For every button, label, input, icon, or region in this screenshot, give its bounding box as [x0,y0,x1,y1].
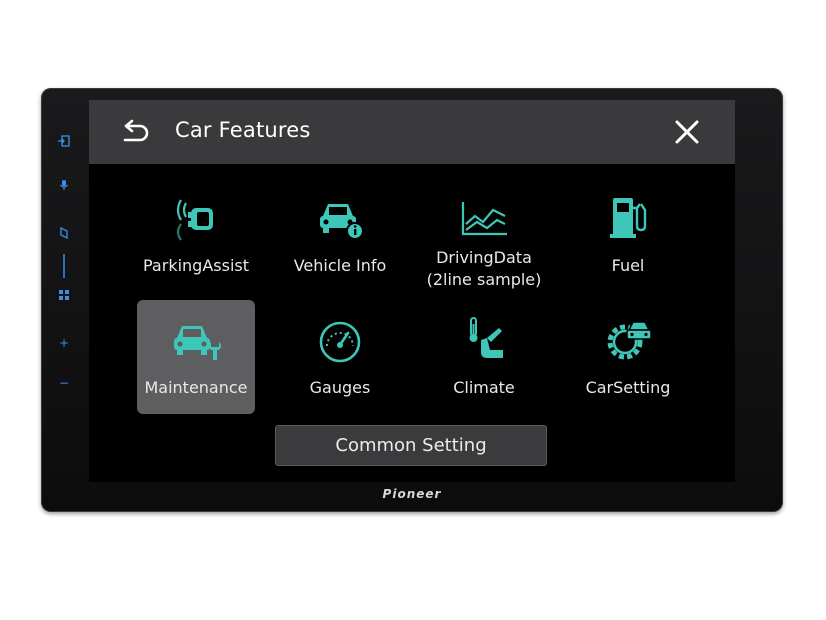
feature-label: DrivingData [436,248,532,267]
gauges-icon [319,321,361,363]
head-unit-device: + − Car Features ParkingAssist Vehicle I… [41,88,783,512]
feature-label: Fuel [611,256,645,275]
feature-tile-vehicle-info[interactable]: Vehicle Info [281,178,399,292]
vehicle-info-icon [320,204,364,240]
feature-label-line2: (2line sample) [426,270,542,289]
volume-down-button[interactable]: − [55,374,73,392]
smartphone-link-button[interactable] [55,224,73,242]
brand-logo: Pioneer [382,487,442,501]
parking-assist-icon [176,199,213,241]
feature-label: ParkingAssist [143,256,249,275]
side-button-strip: + − [51,128,77,448]
phone-link-icon [60,227,68,239]
maintenance-icon [174,326,221,360]
title-bar: Car Features [89,100,735,164]
feature-tile-fuel[interactable]: Fuel [569,178,687,292]
feature-tile-climate[interactable]: Climate [425,300,543,414]
feature-label: Gauges [309,378,371,397]
page-title: Car Features [175,118,311,142]
close-icon[interactable] [673,118,701,146]
driving-data-icon [461,202,507,236]
feature-label: Maintenance [144,378,248,397]
volume-divider [63,254,65,278]
back-arrow-icon[interactable] [119,118,151,146]
grid-menu-icon [59,290,69,300]
climate-icon [469,317,503,358]
volume-up-button[interactable]: + [55,334,73,352]
feature-tile-driving-data[interactable]: DrivingData (2line sample) [425,178,543,292]
feature-tile-maintenance[interactable]: Maintenance [137,300,255,414]
car-setting-icon [607,321,652,360]
feature-tile-parking-assist[interactable]: ParkingAssist [137,178,255,292]
feature-label: Vehicle Info [293,256,387,275]
common-setting-button[interactable]: Common Setting [275,425,547,466]
microphone-icon [60,180,68,190]
feature-label: Climate [453,378,515,397]
feature-label: CarSetting [585,378,671,397]
feature-tile-gauges[interactable]: Gauges [281,300,399,414]
feature-tile-car-setting[interactable]: CarSetting [569,300,687,414]
display-screen: Car Features ParkingAssist Vehicle Info … [89,100,735,482]
fuel-icon [610,198,647,238]
menu-button[interactable] [55,286,73,304]
voice-button[interactable] [55,176,73,194]
source-button[interactable] [55,132,73,150]
source-icon [58,135,70,147]
